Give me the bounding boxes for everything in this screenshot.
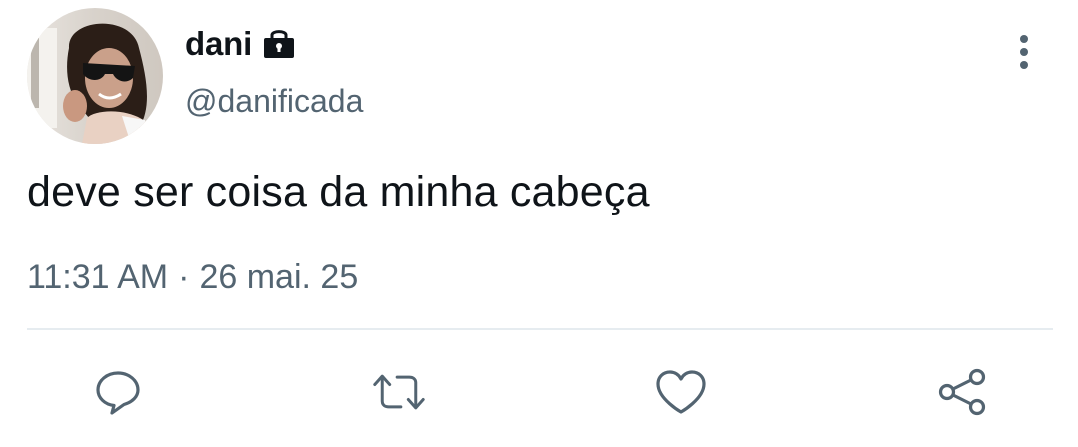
tweet-metadata: 11:31 AM · 26 mai. 25 — [27, 258, 358, 297]
divider — [27, 328, 1053, 330]
avatar[interactable] — [27, 8, 163, 144]
retweet-icon — [373, 374, 425, 410]
tweet-time[interactable]: 11:31 AM — [27, 258, 168, 297]
lock-icon — [262, 28, 296, 60]
like-button[interactable] — [654, 365, 708, 419]
heart-icon — [656, 370, 706, 414]
meta-separator: · — [178, 258, 190, 296]
reply-icon — [96, 371, 140, 415]
more-vertical-icon — [1020, 35, 1028, 69]
share-button[interactable] — [935, 365, 989, 419]
more-options-button[interactable] — [1000, 28, 1048, 76]
user-handle[interactable]: @danificada — [185, 83, 363, 120]
retweet-button[interactable] — [372, 365, 426, 419]
share-icon — [938, 368, 986, 416]
tweet-text: deve ser coisa da minha cabeça — [27, 168, 650, 216]
reply-button[interactable] — [91, 365, 145, 419]
display-name[interactable]: dani — [185, 25, 252, 63]
tweet-date[interactable]: 26 mai. 25 — [199, 258, 358, 297]
avatar-photo — [27, 8, 163, 144]
user-name-row: dani — [185, 22, 296, 66]
